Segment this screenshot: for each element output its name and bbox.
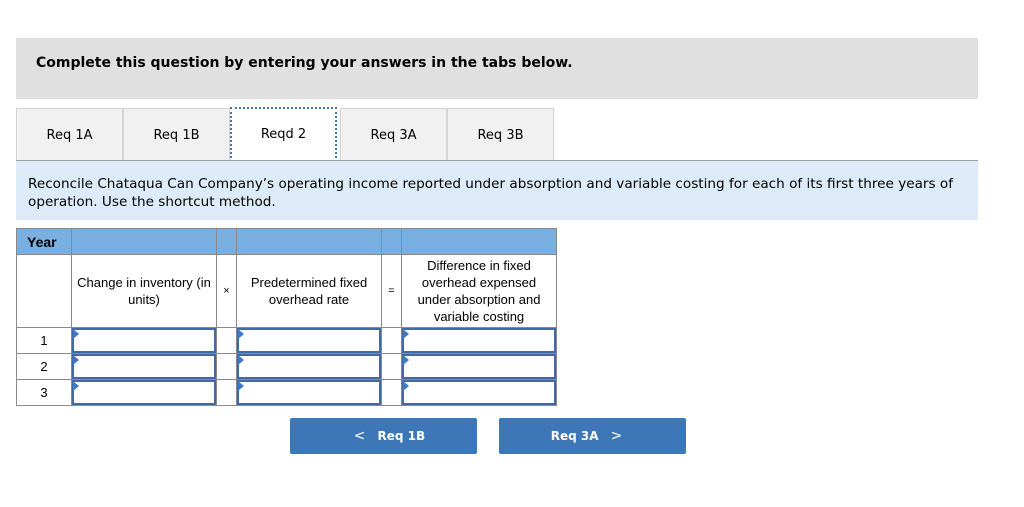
difference-input-year-1[interactable] [404, 330, 554, 351]
tab-req-3b[interactable]: Req 3B [447, 108, 554, 161]
operator-spacer [381, 327, 402, 354]
requirement-tabs: Req 1A Req 1B Reqd 2 Req 3A Req 3B [16, 107, 978, 162]
empty-label-cell [16, 254, 72, 328]
previous-req-1b-button[interactable]: < Req 1B [290, 418, 477, 454]
chevron-left-icon: < [353, 428, 366, 444]
table-header-row: Year [16, 228, 557, 255]
input-flag-icon [73, 355, 79, 365]
change-in-inventory-input-wrapper [72, 354, 216, 379]
fixed-overhead-rate-input-wrapper [237, 380, 381, 405]
difference-cell [401, 353, 557, 380]
input-flag-icon [403, 381, 409, 391]
description-text: Reconcile Chataqua Can Company’s operati… [28, 176, 954, 210]
chevron-right-icon: > [610, 428, 623, 444]
difference-input-wrapper [402, 380, 556, 405]
change-in-inventory-input-year-1[interactable] [74, 330, 214, 351]
fixed-overhead-rate-label: Predetermined fixed overhead rate [236, 254, 382, 328]
change-in-inventory-input-year-2[interactable] [74, 356, 214, 377]
difference-input-wrapper [402, 328, 556, 353]
input-flag-icon [73, 381, 79, 391]
year-cell: 2 [16, 353, 72, 380]
tab-reqd-2[interactable]: Reqd 2 [230, 107, 337, 162]
reconciliation-table: Year Change in inventory (in units) × Pr… [16, 228, 557, 406]
fixed-overhead-rate-input-year-1[interactable] [239, 330, 379, 351]
column-label-row: Change in inventory (in units) × Predete… [16, 254, 557, 328]
year-header: Year [16, 228, 72, 255]
difference-label: Difference in fixed overhead expensed un… [401, 254, 557, 328]
input-flag-icon [238, 355, 244, 365]
difference-input-wrapper [402, 354, 556, 379]
input-flag-icon [403, 329, 409, 339]
header-cell [401, 228, 557, 255]
change-in-inventory-cell [71, 353, 217, 380]
input-flag-icon [238, 329, 244, 339]
multiply-operator: × [216, 254, 237, 328]
operator-spacer [381, 379, 402, 406]
next-req-3a-button[interactable]: Req 3A > [499, 418, 686, 454]
operator-spacer [216, 379, 237, 406]
input-flag-icon [403, 355, 409, 365]
previous-button-label: Req 1B [377, 429, 426, 443]
operator-spacer [216, 353, 237, 380]
fixed-overhead-rate-cell [236, 379, 382, 406]
change-in-inventory-input-wrapper [72, 380, 216, 405]
fixed-overhead-rate-cell [236, 327, 382, 354]
question-description: Reconcile Chataqua Can Company’s operati… [16, 161, 978, 220]
header-cell [236, 228, 382, 255]
table-row: 2 [16, 353, 557, 380]
fixed-overhead-rate-input-year-3[interactable] [239, 382, 379, 403]
tab-req-3a[interactable]: Req 3A [340, 108, 447, 161]
table-row: 3 [16, 379, 557, 406]
tab-req-1a[interactable]: Req 1A [16, 108, 123, 161]
input-flag-icon [73, 329, 79, 339]
difference-cell [401, 327, 557, 354]
instructions-text: Complete this question by entering your … [36, 55, 573, 71]
next-button-label: Req 3A [550, 429, 599, 443]
header-cell [381, 228, 402, 255]
operator-spacer [216, 327, 237, 354]
table-row: 1 [16, 327, 557, 354]
fixed-overhead-rate-input-wrapper [237, 354, 381, 379]
fixed-overhead-rate-input-wrapper [237, 328, 381, 353]
instructions-banner: Complete this question by entering your … [16, 38, 978, 99]
header-cell [216, 228, 237, 255]
fixed-overhead-rate-cell [236, 353, 382, 380]
year-cell: 3 [16, 379, 72, 406]
operator-spacer [381, 353, 402, 380]
header-cell [71, 228, 217, 255]
fixed-overhead-rate-input-year-2[interactable] [239, 356, 379, 377]
difference-input-year-2[interactable] [404, 356, 554, 377]
change-in-inventory-cell [71, 379, 217, 406]
difference-cell [401, 379, 557, 406]
change-in-inventory-label: Change in inventory (in units) [71, 254, 217, 328]
tab-req-1b[interactable]: Req 1B [123, 108, 230, 161]
year-cell: 1 [16, 327, 72, 354]
equals-operator: = [381, 254, 402, 328]
change-in-inventory-input-year-3[interactable] [74, 382, 214, 403]
change-in-inventory-input-wrapper [72, 328, 216, 353]
difference-input-year-3[interactable] [404, 382, 554, 403]
input-flag-icon [238, 381, 244, 391]
change-in-inventory-cell [71, 327, 217, 354]
